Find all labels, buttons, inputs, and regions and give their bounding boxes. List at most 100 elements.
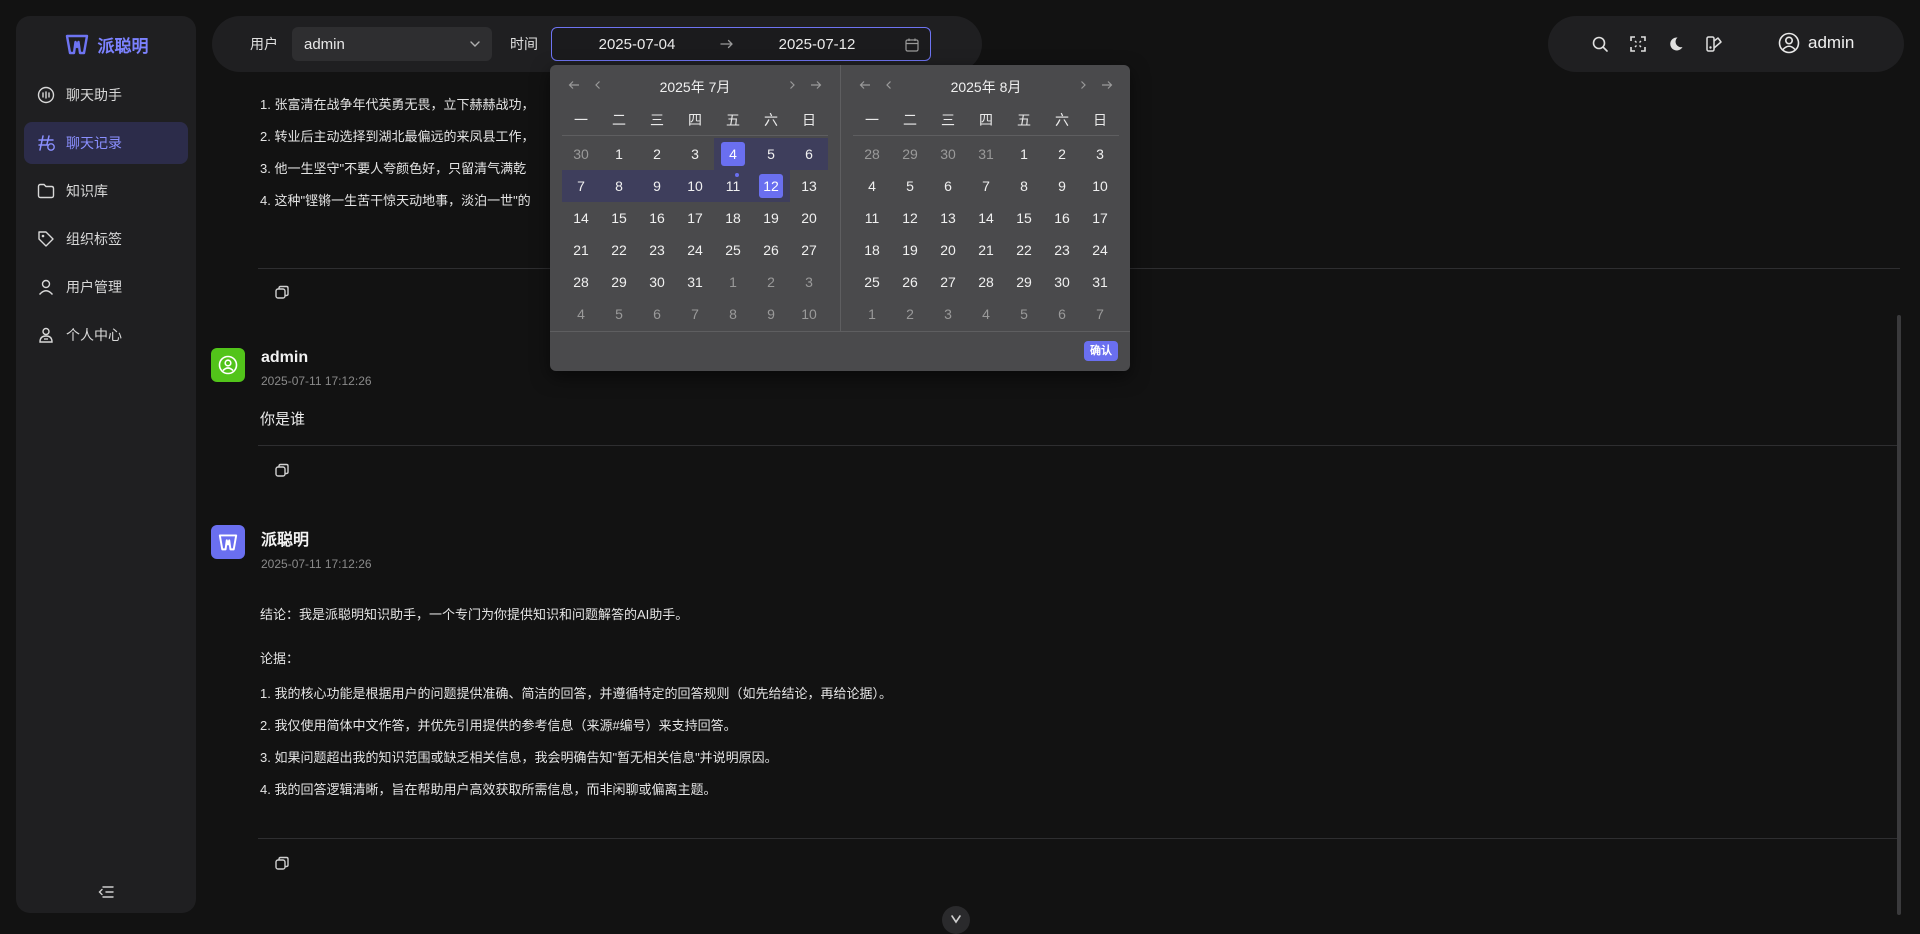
day-cell[interactable]: 8 [714,298,752,330]
day-cell[interactable]: 30 [1043,266,1081,298]
day-cell[interactable]: 12 [891,202,929,234]
day-cell[interactable]: 28 [562,266,600,298]
day-cell[interactable]: 18 [853,234,891,266]
day-cell[interactable]: 21 [967,234,1005,266]
day-cell[interactable]: 7 [676,298,714,330]
date-range-picker[interactable]: 2025-07-04 2025-07-12 [551,27,931,61]
day-cell[interactable]: 1 [853,298,891,330]
day-cell[interactable]: 4 [714,138,752,170]
day-cell[interactable]: 31 [1081,266,1119,298]
dark-mode-icon[interactable] [1666,34,1686,54]
day-cell[interactable]: 24 [1081,234,1119,266]
app-logo[interactable]: 派聪明 [16,16,196,72]
fullscreen-icon[interactable] [1628,34,1648,54]
day-cell[interactable]: 1 [1005,138,1043,170]
collapse-menu-button[interactable] [16,881,196,905]
day-cell[interactable]: 26 [891,266,929,298]
day-cell[interactable]: 4 [967,298,1005,330]
day-cell[interactable]: 3 [1081,138,1119,170]
day-cell[interactable]: 8 [600,170,638,202]
day-cell[interactable]: 25 [853,266,891,298]
day-cell[interactable]: 20 [790,202,828,234]
day-cell[interactable]: 25 [714,234,752,266]
sidebar-item-user-management[interactable]: 用户管理 [24,266,188,308]
day-cell[interactable]: 5 [600,298,638,330]
day-cell[interactable]: 18 [714,202,752,234]
day-cell[interactable]: 1 [600,138,638,170]
day-cell[interactable]: 10 [790,298,828,330]
day-cell[interactable]: 14 [967,202,1005,234]
day-cell[interactable]: 10 [676,170,714,202]
user-menu[interactable]: admin [1778,32,1854,54]
search-icon[interactable] [1590,34,1610,54]
day-cell[interactable]: 30 [929,138,967,170]
sidebar-item-personal-center[interactable]: 个人中心 [24,314,188,356]
day-cell[interactable]: 5 [752,138,790,170]
day-cell[interactable]: 11 [853,202,891,234]
end-date-input[interactable]: 2025-07-12 [742,36,892,53]
theme-color-icon[interactable] [1704,34,1724,54]
user-select[interactable]: admin [292,27,492,61]
day-cell[interactable]: 9 [752,298,790,330]
day-cell[interactable]: 17 [1081,202,1119,234]
day-cell[interactable]: 1 [714,266,752,298]
day-cell[interactable]: 16 [1043,202,1081,234]
day-cell[interactable]: 14 [562,202,600,234]
day-cell[interactable]: 19 [752,202,790,234]
day-cell[interactable]: 20 [929,234,967,266]
day-cell[interactable]: 2 [1043,138,1081,170]
day-cell[interactable]: 16 [638,202,676,234]
day-cell[interactable]: 23 [1043,234,1081,266]
day-cell[interactable]: 4 [853,170,891,202]
day-cell[interactable]: 15 [1005,202,1043,234]
sidebar-item-chat-assistant[interactable]: 聊天助手 [24,74,188,116]
day-cell[interactable]: 10 [1081,170,1119,202]
copy-icon[interactable] [274,856,292,874]
confirm-button[interactable]: 确认 [1084,341,1118,361]
day-cell[interactable]: 30 [562,138,600,170]
day-cell[interactable]: 28 [853,138,891,170]
day-cell[interactable]: 22 [600,234,638,266]
day-cell[interactable]: 4 [562,298,600,330]
scroll-down-button[interactable] [942,906,970,934]
day-cell[interactable]: 8 [1005,170,1043,202]
day-cell[interactable]: 6 [790,138,828,170]
day-cell[interactable]: 12 [752,170,790,202]
start-date-input[interactable]: 2025-07-04 [562,36,712,53]
day-cell[interactable]: 17 [676,202,714,234]
day-cell[interactable]: 29 [891,138,929,170]
day-cell[interactable]: 13 [790,170,828,202]
day-cell[interactable]: 19 [891,234,929,266]
day-cell[interactable]: 5 [891,170,929,202]
copy-icon[interactable] [274,463,292,481]
next-month-icon[interactable] [1075,77,1091,93]
day-cell[interactable]: 29 [1005,266,1043,298]
day-cell[interactable]: 15 [600,202,638,234]
day-cell[interactable]: 2 [891,298,929,330]
day-cell[interactable]: 27 [790,234,828,266]
day-cell[interactable]: 29 [600,266,638,298]
day-cell[interactable]: 11 [714,170,752,202]
sidebar-item-chat-history[interactable]: 聊天记录 [24,122,188,164]
day-cell[interactable]: 28 [967,266,1005,298]
day-cell[interactable]: 7 [1081,298,1119,330]
day-cell[interactable]: 22 [1005,234,1043,266]
scrollbar[interactable] [1897,315,1901,915]
day-cell[interactable]: 13 [929,202,967,234]
day-cell[interactable]: 7 [562,170,600,202]
sidebar-item-knowledge-base[interactable]: 知识库 [24,170,188,212]
day-cell[interactable]: 31 [967,138,1005,170]
day-cell[interactable]: 30 [638,266,676,298]
next-year-icon[interactable] [808,77,824,93]
day-cell[interactable]: 9 [638,170,676,202]
day-cell[interactable]: 3 [929,298,967,330]
sidebar-item-org-tags[interactable]: 组织标签 [24,218,188,260]
day-cell[interactable]: 7 [967,170,1005,202]
day-cell[interactable]: 27 [929,266,967,298]
day-cell[interactable]: 3 [676,138,714,170]
day-cell[interactable]: 6 [929,170,967,202]
day-cell[interactable]: 21 [562,234,600,266]
day-cell[interactable]: 24 [676,234,714,266]
day-cell[interactable]: 2 [638,138,676,170]
day-cell[interactable]: 23 [638,234,676,266]
